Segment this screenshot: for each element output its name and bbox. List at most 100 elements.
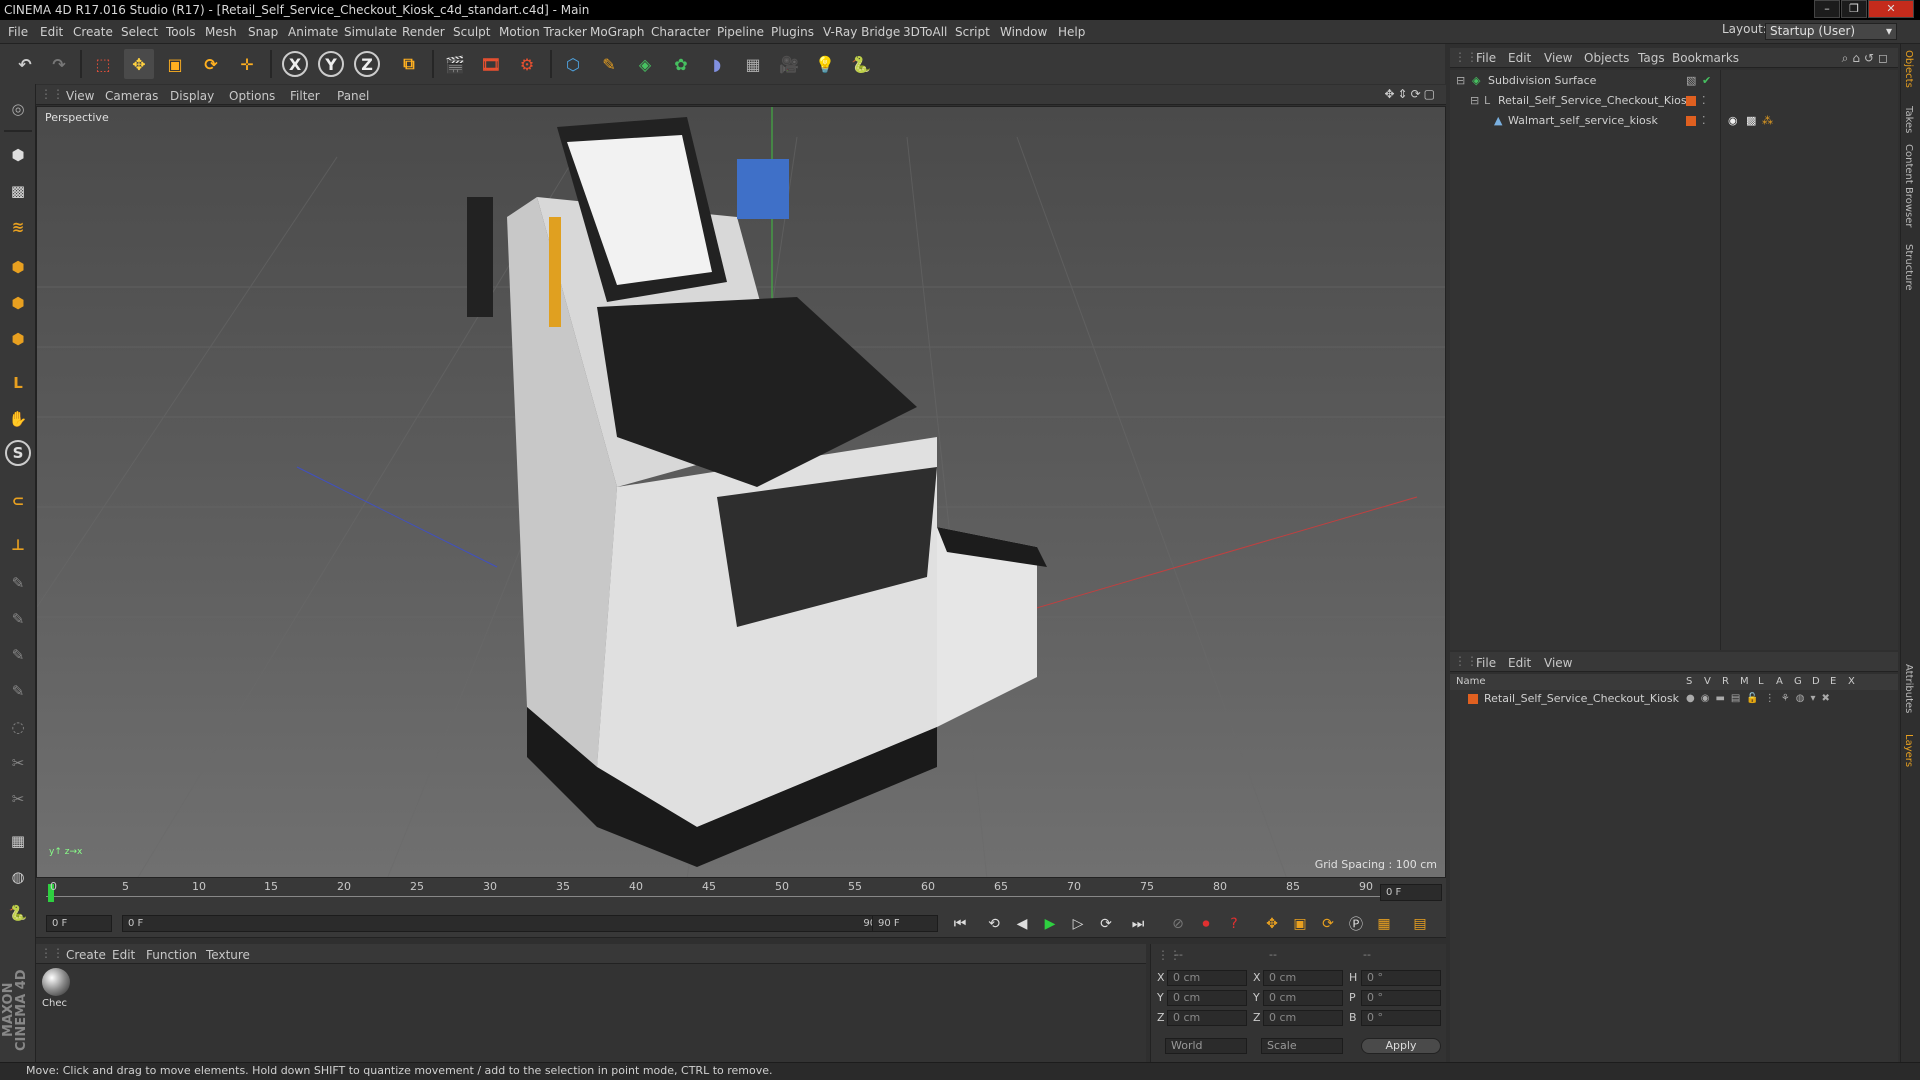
scale-mode-dropdown[interactable]: Scale <box>1261 1038 1343 1054</box>
menu-character[interactable]: Character <box>651 25 710 39</box>
brush-s-icon[interactable]: ✎ <box>3 676 33 706</box>
layer-toggle-icons[interactable]: ●◉▬▤🔓⋮⚘◍▾✖ <box>1686 690 1836 708</box>
layers-menu-view[interactable]: View <box>1544 656 1572 670</box>
magnet-icon[interactable]: ⊂ <box>3 486 33 516</box>
key-position-icon[interactable]: ✥ <box>1260 912 1284 936</box>
menu-edit[interactable]: Edit <box>40 25 63 39</box>
go-to-end-icon[interactable]: ⏭ <box>1126 912 1150 936</box>
rotation-b-field[interactable]: 0 ° <box>1361 1010 1441 1026</box>
make-editable-icon[interactable]: ◎ <box>3 94 33 124</box>
render-picture-viewer-icon[interactable]: 🎞 <box>476 49 506 79</box>
move-tool-icon[interactable]: ✥ <box>124 49 154 79</box>
bridge-icon[interactable]: ✂ <box>3 784 33 814</box>
rotation-h-field[interactable]: 0 ° <box>1361 970 1441 986</box>
next-frame-icon[interactable]: ▷ <box>1066 912 1090 936</box>
menu-create[interactable]: Create <box>73 25 113 39</box>
material-menu-edit[interactable]: Edit <box>112 948 135 962</box>
go-to-start-icon[interactable]: ⏮ <box>948 912 972 936</box>
live-selection-icon[interactable]: ⬚ <box>88 49 118 79</box>
position-y-field[interactable]: 0 cm <box>1167 990 1247 1006</box>
collapse-icon[interactable]: ⊟ <box>1456 72 1465 90</box>
floor-icon[interactable]: ▦ <box>738 49 768 79</box>
menu-mesh[interactable]: Mesh <box>205 25 237 39</box>
menu-3dtoall[interactable]: 3DToAll <box>903 25 947 39</box>
polygons-mode-icon[interactable]: ⬢ <box>3 324 33 354</box>
motion-record-icon[interactable]: ⊘ <box>1166 912 1190 936</box>
objects-menu-file[interactable]: File <box>1476 51 1496 65</box>
3d-viewport[interactable]: Perspective y↑ z→x Grid Spacing : 100 cm <box>36 106 1446 878</box>
size-x-field[interactable]: 0 cm <box>1263 970 1343 986</box>
grid-snap-icon[interactable]: ▦ <box>3 826 33 856</box>
brush-r-icon[interactable]: ✎ <box>3 640 33 670</box>
size-z-field[interactable]: 0 cm <box>1263 1010 1343 1026</box>
spline-pen-icon[interactable]: ✎ <box>594 49 624 79</box>
layer-color-swatch[interactable] <box>1686 96 1696 106</box>
visibility-dots-icon[interactable]: ⁚ <box>1702 92 1706 110</box>
previous-key-icon[interactable]: ⟲ <box>982 912 1006 936</box>
objects-menu-edit[interactable]: Edit <box>1508 51 1531 65</box>
layer-row[interactable]: Retail_Self_Service_Checkout_Kiosk ●◉▬▤🔓… <box>1450 690 1898 708</box>
position-z-field[interactable]: 0 cm <box>1167 1010 1247 1026</box>
key-param-icon[interactable]: Ⓟ <box>1344 912 1368 936</box>
tab-attributes[interactable]: Attributes <box>1903 664 1914 713</box>
menu-script[interactable]: Script <box>955 25 990 39</box>
soft-selection-icon[interactable]: ◍ <box>3 862 33 892</box>
points-mode-icon[interactable]: ⬢ <box>3 252 33 282</box>
axis-mode-icon[interactable]: L <box>3 368 33 398</box>
objects-menu-bookmarks[interactable]: Bookmarks <box>1672 51 1739 65</box>
collapse-icon[interactable]: ⊟ <box>1470 92 1479 110</box>
menu-snap[interactable]: Snap <box>248 25 278 39</box>
layout-dropdown[interactable]: Startup (User) ▾ <box>1765 23 1897 40</box>
viewport-menu-filter[interactable]: Filter <box>290 89 320 103</box>
size-y-field[interactable]: 0 cm <box>1263 990 1343 1006</box>
menu-vray-bridge[interactable]: V-Ray Bridge <box>823 25 900 39</box>
tweak-mode-icon[interactable]: ✋ <box>3 404 33 434</box>
tab-objects[interactable]: Objects <box>1903 50 1914 88</box>
layers-menu-file[interactable]: File <box>1476 656 1496 670</box>
viewport-menu-options[interactable]: Options <box>229 89 275 103</box>
tab-takes[interactable]: Takes <box>1903 106 1914 133</box>
brush-icon[interactable]: ✎ <box>3 568 33 598</box>
key-pla-icon[interactable]: ▦ <box>1372 912 1396 936</box>
key-scale-icon[interactable]: ▣ <box>1288 912 1312 936</box>
minimize-icon[interactable]: – <box>1814 0 1840 18</box>
end-frame-field[interactable]: 90 F <box>872 915 938 932</box>
autokey-icon[interactable]: ? <box>1222 912 1246 936</box>
next-key-icon[interactable]: ⟳ <box>1094 912 1118 936</box>
menu-animate[interactable]: Animate <box>288 25 338 39</box>
timeline-window-icon[interactable]: ▤ <box>1408 912 1432 936</box>
material-menu-texture[interactable]: Texture <box>206 948 250 962</box>
start-frame-field[interactable]: 0 F <box>46 915 112 932</box>
smooth-brush-icon[interactable]: ◌ <box>3 712 33 742</box>
viewport-menu-display[interactable]: Display <box>170 89 214 103</box>
layer-color-swatch[interactable] <box>1686 116 1696 126</box>
rotation-p-field[interactable]: 0 ° <box>1361 990 1441 1006</box>
current-frame-field[interactable]: 0 F <box>1380 884 1442 901</box>
viewport-menu-view[interactable]: View <box>66 89 94 103</box>
python-icon[interactable]: 🐍 <box>846 49 876 79</box>
camera-icon[interactable]: 🎥 <box>774 49 804 79</box>
material-tag-icon[interactable]: ◉ <box>1728 112 1738 130</box>
close-icon[interactable]: ✕ <box>1868 0 1914 18</box>
layer-color-swatch[interactable] <box>1468 694 1478 704</box>
cloner-icon[interactable]: ✿ <box>666 49 696 79</box>
menu-plugins[interactable]: Plugins <box>771 25 814 39</box>
uvw-tag-icon[interactable]: ⁂ <box>1762 112 1773 130</box>
tree-row[interactable]: ▲ Walmart_self_service_kiosk ⁚ ◉ ▩ ⁂ <box>1450 112 1898 130</box>
frame-range-slider[interactable]: 0 F90 F <box>122 915 896 932</box>
workplane-icon[interactable]: ≋ <box>3 212 33 242</box>
layers-menu-edit[interactable]: Edit <box>1508 656 1531 670</box>
objects-menu-objects[interactable]: Objects <box>1584 51 1629 65</box>
menu-sculpt[interactable]: Sculpt <box>453 25 490 39</box>
y-axis-lock-icon[interactable]: Y <box>318 51 344 77</box>
search-icon[interactable]: ⌕⌂↺◻ <box>1842 51 1892 66</box>
quantize-icon[interactable]: ⊥ <box>3 530 33 560</box>
redo-icon[interactable]: ↷ <box>44 49 74 79</box>
menu-file[interactable]: File <box>8 25 28 39</box>
coordinate-system-icon[interactable]: ⧉ <box>394 49 424 79</box>
viewport-menu-cameras[interactable]: Cameras <box>105 89 158 103</box>
menu-mograph[interactable]: MoGraph <box>590 25 645 39</box>
deformer-icon[interactable]: ◗ <box>702 49 732 79</box>
checkmark-icon[interactable]: ✔ <box>1702 72 1711 90</box>
checker-tag-icon[interactable]: ▩ <box>1746 112 1756 130</box>
